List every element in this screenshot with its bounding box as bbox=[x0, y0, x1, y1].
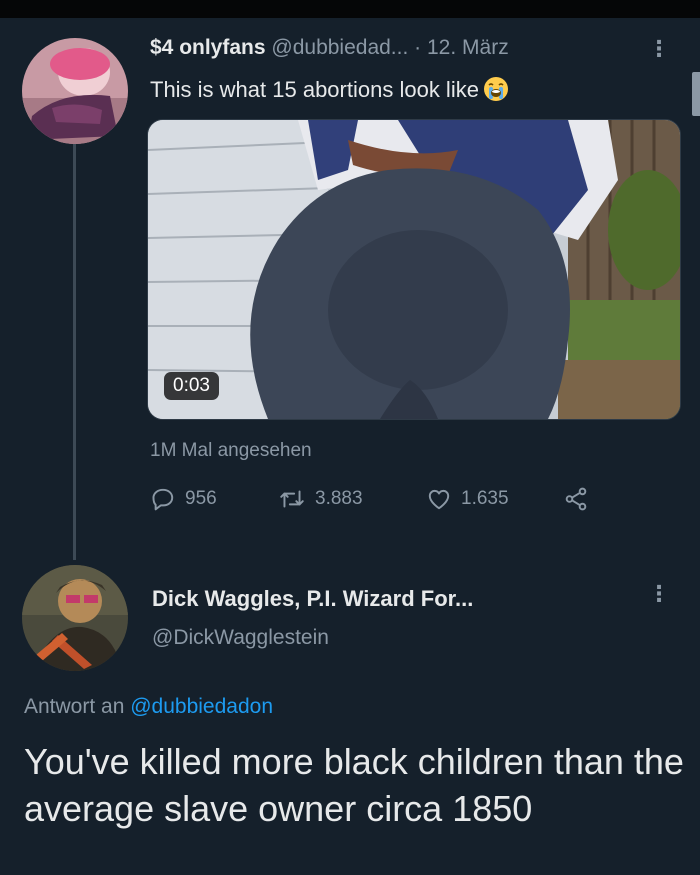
display-name[interactable]: $4 onlyfans bbox=[150, 36, 266, 59]
display-name[interactable]: Dick Waggles, P.I. Wizard For... bbox=[152, 586, 473, 612]
more-vertical-icon[interactable]: ⋮ bbox=[648, 38, 670, 60]
reply-to-label: Antwort an bbox=[24, 695, 125, 718]
loudly-crying-face-icon bbox=[483, 76, 509, 102]
reply-icon bbox=[150, 486, 176, 512]
timestamp[interactable]: 12. März bbox=[427, 36, 509, 59]
retweet-count: 3.883 bbox=[315, 488, 363, 509]
share-icon bbox=[563, 486, 589, 512]
separator: · bbox=[414, 36, 422, 59]
retweet-icon bbox=[278, 486, 306, 512]
reply-text: You've killed more black children than t… bbox=[24, 741, 684, 829]
video-player[interactable] bbox=[147, 119, 681, 420]
tweet-header: $4 onlyfans @dubbiedad... · 12. März bbox=[150, 36, 509, 60]
tweet-text: This is what 15 abortions look like bbox=[150, 76, 509, 103]
like-button[interactable]: 1.635 bbox=[426, 486, 509, 512]
handle[interactable]: @DickWagglestein bbox=[152, 626, 329, 650]
status-bar bbox=[0, 0, 700, 18]
more-vertical-icon[interactable]: ⋮ bbox=[648, 583, 670, 605]
handle[interactable]: @dubbiedad... bbox=[271, 36, 408, 59]
thread-line bbox=[73, 144, 76, 560]
view-count: 1M Mal angesehen bbox=[150, 440, 312, 461]
scrollbar[interactable] bbox=[692, 72, 700, 116]
reply-context: Antwort an @dubbiedadon bbox=[24, 695, 273, 719]
reply-count: 956 bbox=[185, 488, 217, 509]
retweet-button[interactable]: 3.883 bbox=[278, 486, 363, 512]
video-duration: 0:03 bbox=[164, 372, 219, 400]
reply-to-link[interactable]: @dubbiedadon bbox=[130, 695, 273, 718]
like-icon bbox=[426, 486, 452, 512]
avatar[interactable] bbox=[22, 565, 128, 671]
like-count: 1.635 bbox=[461, 488, 509, 509]
share-button[interactable] bbox=[563, 486, 589, 512]
tweet-text-content: This is what 15 abortions look like bbox=[150, 77, 479, 102]
avatar[interactable] bbox=[22, 38, 128, 144]
reply-button[interactable]: 956 bbox=[150, 486, 217, 512]
